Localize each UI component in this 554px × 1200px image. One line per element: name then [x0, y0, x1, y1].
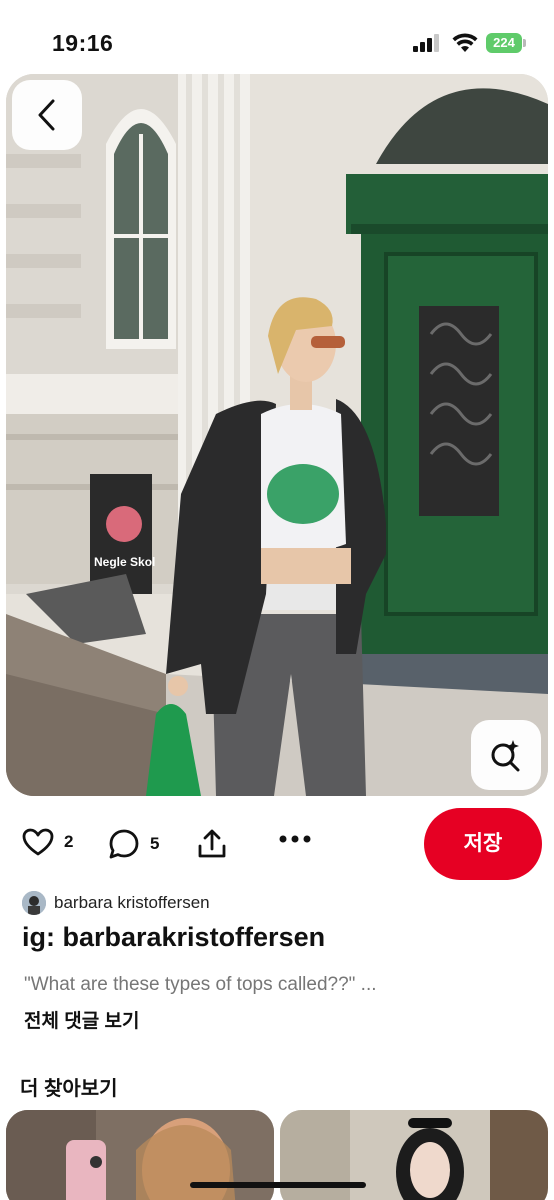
more-to-explore-heading: 더 찾아보기 — [20, 1078, 118, 1100]
battery-level: 224 — [486, 33, 522, 53]
view-all-comments-link[interactable]: 전체 댓글 보기 — [24, 1006, 139, 1033]
author-name: barbara kristoffersen — [54, 893, 210, 912]
wifi-icon — [452, 33, 478, 52]
like-button[interactable]: 2 — [22, 828, 73, 856]
cellular-signal-icon — [413, 34, 439, 52]
home-indicator[interactable] — [190, 1182, 366, 1188]
share-icon — [198, 829, 226, 858]
avatar — [22, 891, 46, 915]
heart-icon — [22, 828, 54, 856]
pin-action-bar: 2 5 저장 — [0, 808, 554, 880]
back-button[interactable] — [12, 80, 82, 150]
comment-button[interactable]: 5 — [108, 828, 159, 860]
ellipsis-icon — [279, 835, 311, 843]
status-time: 19:16 — [52, 30, 114, 56]
pin-author[interactable]: barbara kristoffersen — [22, 890, 210, 916]
visual-search-button[interactable] — [471, 720, 541, 790]
save-button[interactable]: 저장 — [424, 808, 542, 880]
pin-title: ig: barbarakristoffersen — [22, 922, 326, 952]
battery-tip — [523, 39, 526, 47]
pin-photo-illustration: Negle Skol — [6, 74, 548, 796]
lens-search-icon — [491, 740, 520, 772]
comment-count: 5 — [150, 834, 160, 853]
shop-sign-text: Negle Skol — [94, 555, 155, 569]
more-options-button[interactable] — [278, 834, 312, 844]
share-button[interactable] — [196, 828, 228, 860]
comment-bubble-icon — [109, 829, 139, 859]
status-bar: 19:16 224 — [0, 0, 554, 74]
comment-preview[interactable]: "What are these types of tops called??" … — [24, 974, 377, 996]
chevron-left-icon — [38, 99, 55, 131]
like-count: 2 — [64, 832, 74, 851]
battery-indicator: 224 — [486, 33, 526, 53]
pin-image[interactable]: Negle Skol — [6, 74, 548, 796]
